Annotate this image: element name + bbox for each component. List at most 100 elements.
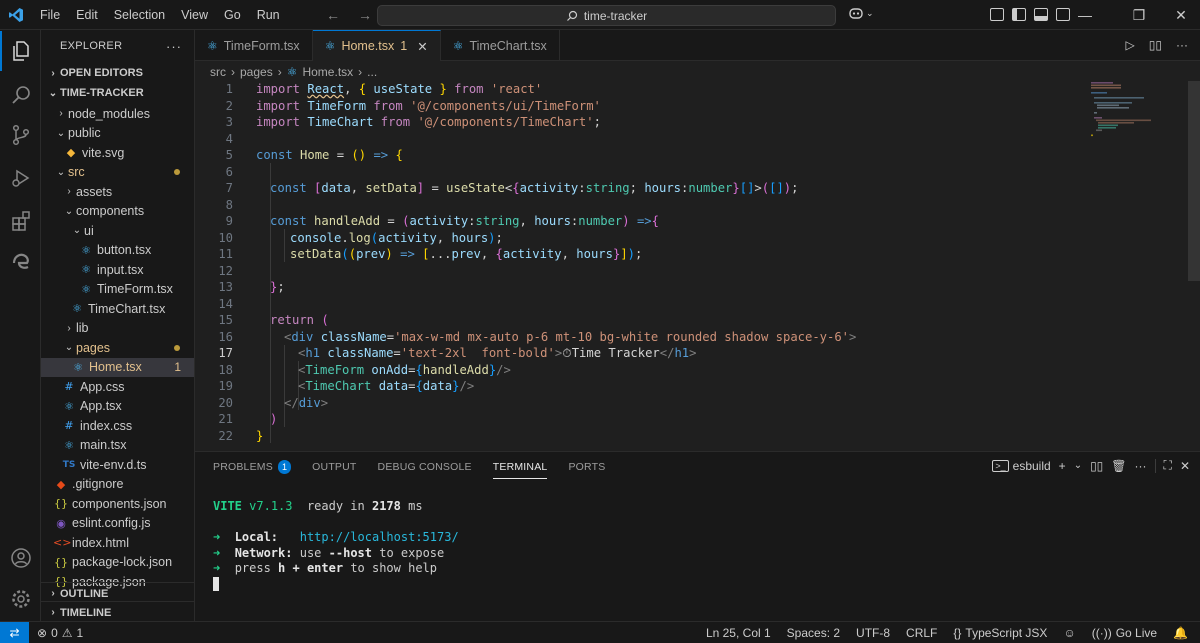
tree-file[interactable]: {} package-lock.json bbox=[41, 553, 194, 573]
line-ending[interactable]: CRLF bbox=[898, 626, 945, 640]
tab-timeform[interactable]: ⚛ TimeForm.tsx bbox=[195, 30, 313, 61]
breadcrumb-item[interactable]: ... bbox=[367, 65, 377, 79]
breadcrumb-item[interactable]: pages bbox=[240, 65, 273, 79]
line-number: 1 bbox=[225, 82, 233, 96]
maximize-panel-icon[interactable]: ⛶ bbox=[1164, 458, 1172, 473]
notifications-button[interactable]: 🔔 bbox=[1165, 626, 1196, 640]
react-file-icon: ⚛ bbox=[81, 243, 91, 257]
tree-file[interactable]: ◉ eslint.config.js bbox=[41, 514, 194, 534]
tree-file-selected[interactable]: ⚛ Home.tsx 1 bbox=[41, 357, 194, 377]
breadcrumb-item[interactable]: src bbox=[210, 65, 226, 79]
menu-run[interactable]: Run bbox=[249, 0, 288, 30]
tree-file[interactable]: # App.css bbox=[41, 377, 194, 397]
tree-file[interactable]: TS vite-env.d.ts bbox=[41, 455, 194, 475]
go-live-button[interactable]: ((·)) Go Live bbox=[1084, 626, 1165, 640]
tree-folder[interactable]: ⌄ components bbox=[41, 202, 194, 222]
tree-folder[interactable]: › assets bbox=[41, 182, 194, 202]
tree-folder[interactable]: ⌄ src bbox=[41, 163, 194, 183]
minimize-button[interactable]: — bbox=[1062, 0, 1108, 30]
restore-button[interactable]: ❐ bbox=[1116, 0, 1162, 30]
accounts-activity[interactable] bbox=[0, 538, 41, 578]
tree-file[interactable]: ⚛ TimeChart.tsx bbox=[41, 299, 194, 319]
menu-selection[interactable]: Selection bbox=[106, 0, 173, 30]
tab-home[interactable]: ⚛ Home.tsx 1 ✕ bbox=[312, 30, 441, 61]
menu-view[interactable]: View bbox=[173, 0, 216, 30]
split-terminal-icon[interactable]: ▯▯ bbox=[1090, 459, 1103, 473]
tree-file[interactable]: {} components.json bbox=[41, 494, 194, 514]
tree-folder[interactable]: ⌄ pages bbox=[41, 338, 194, 358]
close-panel-icon[interactable]: ✕ bbox=[1180, 459, 1190, 473]
vscode-logo-icon[interactable] bbox=[0, 0, 32, 30]
tab-problems[interactable]: PROBLEMS 1 bbox=[213, 452, 292, 481]
copilot-status[interactable]: ☺ bbox=[1055, 626, 1083, 640]
tab-terminal[interactable]: TERMINAL bbox=[492, 452, 548, 481]
run-debug-activity[interactable] bbox=[0, 158, 41, 198]
terminal-output[interactable]: VITE v7.1.3 ready in 2178 ms ➜ Local: ht… bbox=[213, 499, 459, 592]
code-line: import React, { useState } from 'react' bbox=[256, 82, 543, 96]
breadcrumb-item[interactable]: Home.tsx bbox=[302, 65, 353, 79]
more-actions-icon[interactable]: ··· bbox=[1135, 459, 1147, 473]
language-mode[interactable]: {} TypeScript JSX bbox=[945, 626, 1055, 640]
tab-timechart[interactable]: ⚛ TimeChart.tsx bbox=[441, 30, 560, 61]
remote-indicator[interactable]: ⇄ bbox=[0, 621, 29, 643]
tree-file[interactable]: ⚛ main.tsx bbox=[41, 436, 194, 456]
close-tab-icon[interactable]: ✕ bbox=[417, 39, 427, 54]
react-file-icon: ⚛ bbox=[286, 65, 298, 79]
cursor-position[interactable]: Ln 25, Col 1 bbox=[698, 626, 779, 640]
forward-arrow-icon[interactable]: → bbox=[358, 7, 372, 23]
menu-go[interactable]: Go bbox=[216, 0, 249, 30]
tree-file[interactable]: ⚛ input.tsx bbox=[41, 260, 194, 280]
tree-file[interactable]: ⚛ TimeForm.tsx bbox=[41, 280, 194, 300]
search-activity[interactable] bbox=[0, 75, 41, 115]
manage-activity[interactable] bbox=[0, 579, 41, 619]
tab-output[interactable]: OUTPUT bbox=[312, 452, 356, 481]
line-number: 21 bbox=[218, 412, 233, 426]
tree-file[interactable]: ◆ .gitignore bbox=[41, 475, 194, 495]
chevron-right-icon: › bbox=[51, 67, 55, 79]
remote-explorer-activity[interactable] bbox=[0, 242, 41, 282]
split-editor-icon[interactable]: ▯▯ bbox=[1149, 38, 1162, 52]
problems-status[interactable]: ⊗ 0 ⚠ 1 bbox=[29, 626, 91, 640]
command-center-search[interactable]: time-tracker bbox=[377, 5, 836, 26]
trash-icon[interactable]: 🗑 bbox=[1111, 459, 1126, 473]
run-icon[interactable]: ▷ bbox=[1126, 38, 1135, 52]
project-section[interactable]: ⌄ TIME-TRACKER bbox=[41, 82, 194, 104]
tree-file[interactable]: ⚛ button.tsx bbox=[41, 241, 194, 261]
tree-folder[interactable]: ⌄ ui bbox=[41, 221, 194, 241]
chevron-down-icon[interactable]: ⌄ bbox=[1074, 460, 1082, 471]
activity-bar bbox=[0, 30, 41, 621]
more-actions-icon[interactable]: ··· bbox=[1176, 38, 1188, 52]
menu-file[interactable]: File bbox=[32, 0, 68, 30]
new-terminal-icon[interactable]: + bbox=[1059, 459, 1066, 473]
tree-folder[interactable]: ⌄ public bbox=[41, 124, 194, 144]
tab-debug-console[interactable]: DEBUG CONSOLE bbox=[378, 452, 472, 481]
tree-file[interactable]: ⚛ App.tsx bbox=[41, 397, 194, 417]
toggle-panel-icon[interactable] bbox=[1034, 8, 1048, 21]
menu-edit[interactable]: Edit bbox=[68, 0, 106, 30]
tree-file[interactable]: <> index.html bbox=[41, 533, 194, 553]
tree-folder[interactable]: › lib bbox=[41, 319, 194, 339]
more-actions-icon[interactable]: ··· bbox=[166, 39, 182, 54]
toggle-sidebar-icon[interactable] bbox=[1012, 8, 1026, 21]
open-editors-section[interactable]: › OPEN EDITORS bbox=[41, 62, 194, 84]
customize-layout-icon[interactable] bbox=[990, 8, 1004, 21]
explorer-activity[interactable] bbox=[0, 31, 41, 71]
minimap[interactable] bbox=[1085, 81, 1185, 451]
editor-scrollbar[interactable] bbox=[1188, 81, 1200, 281]
tree-folder[interactable]: › node_modules bbox=[41, 104, 194, 124]
terminal-selector[interactable]: >_ esbuild bbox=[992, 459, 1051, 473]
timeline-section[interactable]: › TIMELINE bbox=[41, 601, 194, 621]
code-line: console.log(activity, hours); bbox=[290, 230, 503, 245]
source-control-activity[interactable] bbox=[0, 115, 41, 155]
code-editor[interactable]: 1 import React, { useState } from 'react'… bbox=[195, 81, 1085, 451]
indentation[interactable]: Spaces: 2 bbox=[779, 626, 848, 640]
tree-file[interactable]: ◆ vite.svg bbox=[41, 143, 194, 163]
tree-file[interactable]: # index.css bbox=[41, 416, 194, 436]
back-arrow-icon[interactable]: ← bbox=[326, 7, 340, 23]
extensions-activity[interactable] bbox=[0, 201, 41, 241]
tab-ports[interactable]: PORTS bbox=[568, 452, 605, 481]
copilot-button[interactable]: ⌄ bbox=[848, 6, 874, 20]
encoding[interactable]: UTF-8 bbox=[848, 626, 898, 640]
close-button[interactable]: ✕ bbox=[1158, 0, 1200, 30]
explorer-title: EXPLORER bbox=[60, 40, 123, 52]
